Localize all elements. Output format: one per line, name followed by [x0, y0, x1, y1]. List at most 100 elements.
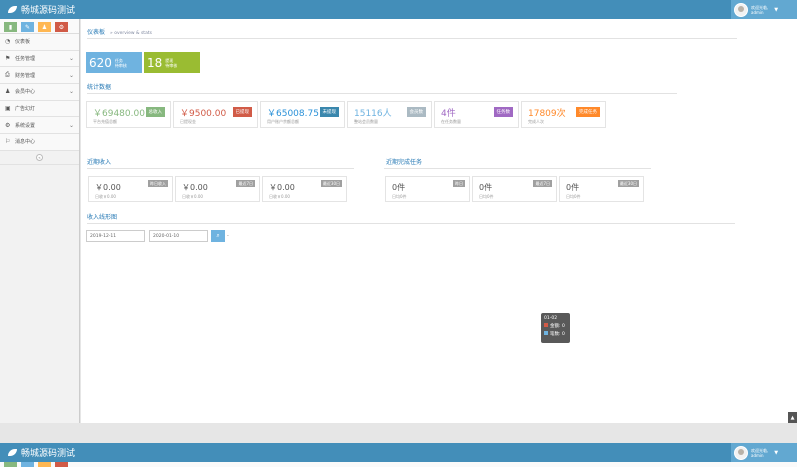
end-date-input[interactable]: 2020-01-10 [149, 230, 208, 242]
chevron-down-icon: ⌄ [68, 55, 74, 63]
sidebar: ▮ ✎ ♟ ⚙ ◔ 仪表板 ⚑ 任务管理 ⌄ ⎙ 财务管理 ⌄ ♟ 会员中心 ⌄ ▣ 广告幻灯 ⚙ 系统设置 ⌄ ⚐ 消… [0, 19, 80, 423]
stat-value: ￥9500.00 [180, 109, 227, 119]
sidebar-item[interactable]: ⚐ 消息中心 [0, 134, 79, 151]
trend-heading: 收入线形图 [87, 214, 118, 221]
sidebar-item[interactable]: ⎙ 财务管理 ⌄ [0, 67, 79, 85]
divider [87, 93, 677, 94]
nav-list: ◔ 仪表板 ⚑ 任务管理 ⌄ ⎙ 财务管理 ⌄ ♟ 会员中心 ⌄ ▣ 广告幻灯 ⚙ 系统设置 ⌄ ⚐ 消息中心 [0, 34, 79, 151]
sidebar-item[interactable]: ◔ 仪表板 [0, 34, 79, 51]
users-icon: ♟ [41, 23, 48, 31]
stat-badge: 未提现 [319, 107, 339, 117]
user-menu[interactable]: 欢迎光临, admin ▼ [731, 0, 797, 19]
sidebar-item[interactable]: ⚑ 任务管理 ⌄ [0, 50, 79, 68]
chevron-down-icon: ⌄ [68, 88, 74, 96]
stat-value: ￥69480.00 [93, 109, 145, 119]
print-icon: ⎙ [5, 71, 10, 79]
stat-badge: 已提现 [232, 107, 252, 117]
user-info: 欢迎光临, admin [751, 5, 768, 15]
income-box: ￥0.00 日收￥0.00 昨日收入 [88, 176, 173, 202]
tasks-box: 0件日均0件 最近30日 [559, 176, 644, 202]
income-heading: 近期收入 [87, 159, 112, 166]
stat-label: 整站会员数量 [354, 119, 378, 124]
stat-box: ￥69480.00 平台充值总额 总收入 [86, 101, 171, 128]
shortcut-button[interactable]: ▮ [4, 22, 17, 32]
tooltip-row-amount: 金额: 0 [544, 323, 567, 331]
tasks-badge: 最近30日 [617, 180, 639, 187]
stat-box: ￥65008.75 用户账户余额总额 未提现 [260, 101, 345, 128]
flag-icon: ⚑ [5, 55, 11, 63]
pencil-icon: ✎ [24, 23, 31, 31]
caret-down-icon: ▼ [774, 449, 779, 456]
stat-badge: 任务数 [493, 107, 513, 117]
tile-pending-tasks[interactable]: 620 任务 待审核 [86, 52, 142, 73]
tasks-label: 日均0件 [566, 194, 581, 199]
sidebar-item-label: 任务管理 [15, 56, 36, 63]
chevron-down-icon: ⌄ [68, 71, 74, 79]
divider [87, 168, 354, 169]
shortcut-button[interactable] [4, 462, 17, 467]
legend-dot [544, 323, 548, 327]
stat-box: ￥9500.00 已提现金 已提现 [173, 101, 258, 128]
shortcut-button[interactable]: ✎ [21, 22, 34, 32]
tasks-value: 0件 [392, 183, 406, 192]
stat-value: ￥65008.75 [267, 109, 319, 119]
tile-label: 提现 待审核 [165, 57, 178, 68]
search-icon: ⌕ [216, 232, 220, 239]
income-badge: 最近30日 [320, 180, 342, 187]
sidebar-item[interactable]: ⚙ 系统设置 ⌄ [0, 117, 79, 135]
income-value: ￥0.00 [182, 183, 208, 192]
shortcut-button[interactable] [21, 462, 34, 467]
search-button[interactable]: ⌕ [211, 230, 225, 242]
dashboard-icon: ◔ [5, 38, 11, 46]
avatar [734, 2, 748, 17]
cog-icon: ⚙ [5, 121, 11, 129]
chevron-down-icon: ⌄ [68, 121, 74, 129]
brand-title: 畅城源码测试 [21, 449, 76, 459]
income-badge: 昨日收入 [148, 180, 168, 187]
sidebar-item-label: 财务管理 [15, 72, 36, 79]
income-label: 日收￥0.00 [269, 194, 290, 199]
arrow-up-icon: ▲ [790, 414, 795, 421]
sidebar-item[interactable]: ▣ 广告幻灯 [0, 100, 79, 118]
username: admin [751, 9, 764, 15]
page-title: 仪表板 [87, 29, 106, 36]
brand-title: 畅城源码测试 [21, 6, 76, 16]
tasks-value: 0件 [566, 183, 580, 192]
start-date-input[interactable]: 2019-12-11 [86, 230, 145, 242]
sidebar-item-label: 广告幻灯 [15, 106, 36, 113]
brand[interactable]: 畅城源码测试 [8, 3, 75, 16]
stat-box: 4件 在任务数量 任务数 [434, 101, 519, 128]
leaf-icon [8, 6, 17, 13]
user-menu[interactable]: 欢迎光临, admin ▼ [731, 443, 797, 462]
username: admin [751, 452, 764, 458]
stat-label: 平台充值总额 [93, 119, 117, 124]
shortcut-button[interactable]: ♟ [38, 22, 51, 32]
tooltip-date: 01-02 [544, 316, 558, 321]
shortcut-button[interactable] [38, 462, 51, 467]
tasks-label: 日均0件 [479, 194, 494, 199]
stat-label: 已提现金 [180, 119, 196, 124]
tasks-heading: 近期完成任务 [386, 159, 423, 166]
stat-label: 在任务数量 [441, 119, 461, 124]
sidebar-item[interactable]: ♟ 会员中心 ⌄ [0, 84, 79, 101]
stat-value: 17809次 [528, 109, 566, 119]
shortcut-button[interactable] [55, 462, 68, 467]
navbar-duplicate: 畅城源码测试 欢迎光临, admin ▼ [0, 443, 797, 462]
scroll-up-button[interactable]: ▲ [788, 412, 797, 423]
brand[interactable]: 畅城源码测试 [8, 446, 75, 459]
tasks-value: 0件 [479, 183, 493, 192]
income-label: 日收￥0.00 [95, 194, 116, 199]
sidebar-collapse[interactable]: « [0, 151, 79, 165]
bookmark-icon: ⚐ [5, 138, 11, 146]
user-icon: ♟ [5, 88, 11, 96]
chart-tooltip: 01-02 金额: 0 笔数: 0 [541, 313, 570, 343]
tooltip-row-count: 笔数: 0 [544, 331, 567, 339]
date-separator: - [227, 233, 229, 239]
stat-value: 15116人 [354, 109, 392, 119]
income-badge: 最近7日 [236, 180, 255, 187]
stat-badge: 总收入 [145, 107, 165, 117]
tile-pending-withdrawals[interactable]: 18 提现 待审核 [144, 52, 200, 73]
shortcut-button[interactable]: ⚙ [55, 22, 68, 32]
income-label: 日收￥0.00 [182, 194, 203, 199]
leaf-icon [8, 449, 17, 456]
